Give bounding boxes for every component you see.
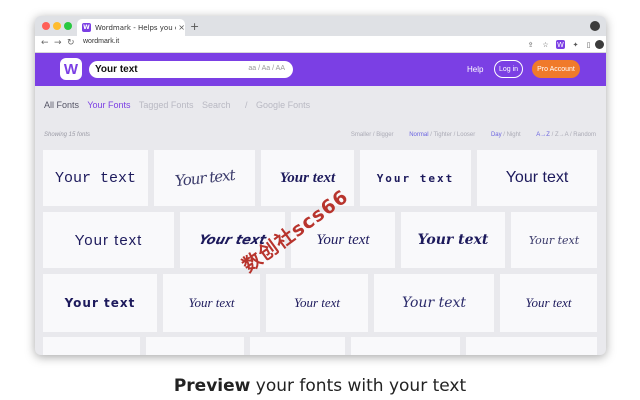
tab-search[interactable]: Search — [202, 100, 231, 110]
filter-separator: / — [245, 100, 248, 110]
tab-all-fonts[interactable]: All Fonts — [44, 100, 79, 110]
font-card[interactable]: Your text — [163, 274, 260, 332]
font-preview: Your text — [173, 165, 236, 191]
font-card[interactable] — [250, 337, 345, 355]
font-preview: Your text — [505, 169, 569, 186]
font-preview: Your text — [279, 169, 336, 186]
font-card[interactable]: Your text — [360, 150, 471, 206]
font-preview: Your text — [528, 233, 580, 247]
theme-night-option[interactable]: / Night — [503, 132, 520, 138]
wordmark-favicon-icon: W — [82, 23, 91, 32]
tab-google-fonts[interactable]: Google Fonts — [256, 100, 310, 110]
search-box[interactable]: aa / Aa / AA — [89, 61, 293, 78]
font-preview: Your text — [376, 171, 455, 185]
font-card[interactable] — [146, 337, 244, 355]
display-options: Smaller / Bigger Normal / Tighter / Loos… — [351, 132, 596, 138]
theme-day-option[interactable]: Day — [491, 132, 502, 138]
tab-close-icon[interactable]: × — [178, 23, 185, 32]
font-card[interactable]: Your text — [266, 274, 368, 332]
maximize-window-icon[interactable] — [64, 22, 72, 30]
font-preview: Your text — [54, 169, 136, 187]
reload-icon[interactable]: ↻ — [67, 38, 75, 48]
preview-text-input[interactable] — [95, 62, 235, 77]
wordmark-logo[interactable]: W — [60, 58, 82, 80]
sort-other-options[interactable]: / Z→A / Random — [552, 132, 596, 138]
size-toggle[interactable]: Smaller / Bigger — [351, 132, 394, 138]
back-icon[interactable]: ← — [41, 38, 49, 48]
tab-tagged-fonts[interactable]: Tagged Fonts — [139, 100, 194, 110]
new-tab-button[interactable]: + — [190, 20, 199, 33]
tab-title: Wordmark - Helps you choose — [94, 23, 176, 32]
pro-account-button[interactable]: Pro Account — [532, 60, 580, 78]
font-card[interactable]: Your text — [374, 274, 494, 332]
font-card[interactable]: Your text — [154, 150, 255, 206]
browser-tab[interactable]: W Wordmark - Helps you choose × — [77, 19, 185, 36]
font-card[interactable] — [43, 337, 140, 355]
font-card[interactable]: Your text — [43, 212, 174, 268]
sidebar-icon[interactable]: ▯ — [584, 40, 593, 49]
font-preview: Your text — [188, 295, 235, 310]
wordmark-extension-icon[interactable]: W — [556, 40, 565, 49]
font-card[interactable] — [466, 337, 597, 355]
font-card[interactable]: Your text — [43, 150, 148, 206]
login-button[interactable]: Log in — [494, 60, 523, 78]
font-count: Showing 15 fonts — [44, 132, 91, 138]
minimize-window-icon[interactable] — [53, 22, 61, 30]
caption-bold: Preview — [173, 376, 251, 396]
profile-avatar[interactable] — [595, 40, 604, 49]
help-link[interactable]: Help — [467, 65, 483, 74]
caption-rest: your fonts with your text — [250, 376, 467, 396]
case-toggle[interactable]: aa / Aa / AA — [248, 65, 285, 72]
site-header: W aa / Aa / AA Help Log in Pro Account — [35, 53, 606, 86]
font-preview: Your text — [417, 232, 489, 248]
bookmark-star-icon[interactable]: ☆ — [541, 40, 550, 49]
font-card[interactable]: Your text — [43, 274, 157, 332]
spacing-normal-option[interactable]: Normal — [409, 132, 428, 138]
tab-your-fonts[interactable]: Your Fonts — [87, 100, 130, 110]
font-preview: Your text — [525, 295, 572, 310]
font-card[interactable]: Your text — [500, 274, 597, 332]
font-preview: Your text — [64, 296, 136, 310]
font-preview: Your text — [401, 295, 467, 311]
url-field[interactable]: wordmark.it — [83, 38, 119, 45]
font-card[interactable]: Your text — [477, 150, 597, 206]
font-card[interactable]: Your text — [511, 212, 597, 268]
browser-menu-icon[interactable] — [590, 21, 600, 31]
font-preview: Your text — [293, 295, 341, 310]
share-icon[interactable]: ⇪ — [526, 40, 535, 49]
font-card[interactable]: Your text — [401, 212, 505, 268]
tab-bar: W Wordmark - Helps you choose × + — [35, 16, 606, 36]
extensions-puzzle-icon[interactable]: ✦ — [571, 40, 580, 49]
browser-window: W Wordmark - Helps you choose × + ← → ↻ … — [35, 16, 606, 355]
forward-icon[interactable]: → — [54, 38, 62, 48]
font-preview: Your text — [74, 231, 143, 249]
address-bar: ← → ↻ wordmark.it ⇪ ☆ W ✦ ▯ — [35, 36, 606, 53]
sort-az-option[interactable]: A→Z — [536, 132, 550, 138]
close-window-icon[interactable] — [42, 22, 50, 30]
font-card[interactable] — [351, 337, 460, 355]
spacing-other-options[interactable]: / Tighter / Looser — [430, 132, 475, 138]
promo-caption: Preview your fonts with your text — [0, 376, 640, 396]
font-preview: Your text — [316, 231, 370, 248]
font-filter-nav: All Fonts Your Fonts Tagged Fonts Search… — [44, 100, 316, 110]
